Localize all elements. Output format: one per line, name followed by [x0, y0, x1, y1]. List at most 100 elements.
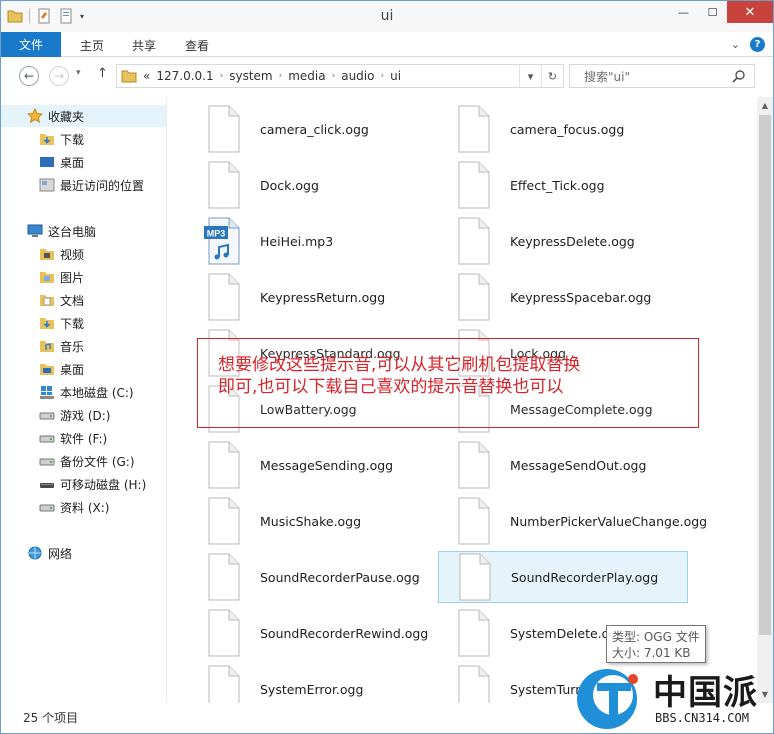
tab-share[interactable]: 共享	[132, 37, 156, 54]
sidebar-item-downloads[interactable]: 下载	[1, 128, 84, 150]
file-item[interactable]: KeypressReturn.ogg	[188, 271, 438, 323]
file-name: SoundRecorderPlay.ogg	[511, 569, 659, 585]
file-name: camera_focus.ogg	[510, 121, 625, 137]
sidebar-item-favorites[interactable]: 收藏夹	[1, 105, 166, 127]
sidebar-item-videos[interactable]: 视频	[1, 243, 84, 265]
document-icon	[208, 161, 240, 209]
chevron-right-icon[interactable]: ›	[220, 71, 224, 81]
chevron-right-icon[interactable]: ›	[279, 71, 283, 81]
sidebar-item-drive-d[interactable]: 游戏 (D:)	[1, 404, 110, 426]
ribbon-right-controls: ⌄ ?	[731, 37, 765, 52]
tab-home[interactable]: 主页	[80, 37, 104, 54]
sidebar-item-desktop[interactable]: 桌面	[1, 151, 84, 173]
file-item[interactable]: Dock.ogg	[188, 159, 438, 211]
sidebar-item-recent[interactable]: 最近访问的位置	[1, 174, 144, 196]
document-icon	[458, 161, 490, 209]
sidebar-item-this-pc[interactable]: 这台电脑	[1, 220, 96, 242]
file-item[interactable]: SoundRecorderPause.ogg	[188, 551, 438, 603]
sidebar-item-drive-c[interactable]: 本地磁盘 (C:)	[1, 381, 134, 403]
up-arrow-icon[interactable]: ↑	[97, 66, 108, 81]
vertical-scrollbar[interactable]: ▲ ▼	[757, 97, 773, 703]
file-item[interactable]: KeypressDelete.ogg	[438, 215, 688, 267]
expand-ribbon-icon[interactable]: ⌄	[731, 38, 740, 51]
tab-file[interactable]: 文件	[1, 32, 61, 57]
minimize-button[interactable]: —	[669, 1, 698, 23]
breadcrumb-item[interactable]: ui	[390, 69, 401, 83]
document-icon	[458, 665, 490, 703]
sidebar-item-label: 游戏 (D:)	[60, 408, 111, 423]
chevron-right-icon[interactable]: ›	[380, 71, 384, 81]
maximize-button[interactable]: ☐	[698, 1, 727, 23]
tooltip-type: 类型: OGG 文件	[612, 630, 700, 644]
forward-button[interactable]: →	[49, 66, 69, 86]
file-item[interactable]: MP3 HeiHei.mp3	[188, 215, 438, 267]
file-item[interactable]: MessageSendOut.ogg	[438, 439, 688, 491]
file-item[interactable]: MessageSending.ogg	[188, 439, 438, 491]
scroll-up-arrow-icon[interactable]: ▲	[757, 97, 773, 114]
help-icon[interactable]: ?	[750, 37, 765, 52]
music-folder-icon	[40, 341, 54, 352]
file-item[interactable]: KeypressSpacebar.ogg	[438, 271, 688, 323]
address-tools: ▾ ↻	[519, 65, 563, 87]
sidebar-item-drive-f[interactable]: 软件 (F:)	[1, 427, 107, 449]
download-folder-icon	[40, 134, 54, 145]
sidebar-item-drive-g[interactable]: 备份文件 (G:)	[1, 450, 135, 472]
breadcrumb-item[interactable]: system	[229, 69, 272, 83]
network-icon	[28, 546, 42, 560]
forward-arrow-icon: →	[53, 69, 65, 83]
breadcrumb-item[interactable]: audio	[341, 69, 374, 83]
tab-view[interactable]: 查看	[185, 37, 209, 54]
sidebar-item-drive-h[interactable]: 可移动磁盘 (H:)	[1, 473, 146, 495]
file-item[interactable]: SystemError.ogg	[188, 663, 438, 703]
hard-drive-icon	[39, 412, 55, 420]
breadcrumb-overflow[interactable]: «	[143, 69, 150, 83]
document-icon	[208, 553, 240, 601]
sidebar-item-pictures[interactable]: 图片	[1, 266, 84, 288]
sidebar-item-desktop-pc[interactable]: 桌面	[1, 358, 84, 380]
chevron-right-icon[interactable]: ›	[332, 71, 336, 81]
file-name: HeiHei.mp3	[260, 233, 334, 249]
back-button[interactable]: ←	[19, 66, 39, 86]
search-placeholder: 搜索"ui"	[584, 69, 630, 84]
breadcrumb-item[interactable]: 127.0.0.1	[156, 69, 213, 83]
windows-drive-icon	[40, 386, 54, 399]
file-item[interactable]: Effect_Tick.ogg	[438, 159, 688, 211]
removable-drive-icon	[40, 483, 54, 488]
close-button[interactable]: ✕	[727, 1, 773, 23]
search-input[interactable]: 搜索"ui"	[569, 64, 755, 88]
sidebar-item-label: 备份文件 (G:)	[60, 454, 135, 469]
sidebar-item-drive-x[interactable]: 资料 (X:)	[1, 496, 109, 518]
sidebar-item-downloads-pc[interactable]: 下载	[1, 312, 84, 334]
title-bar: ▾ ui — ☐ ✕	[1, 1, 773, 32]
sidebar-item-network[interactable]: 网络	[1, 542, 72, 564]
search-icon[interactable]	[732, 69, 746, 83]
explorer-window: ▾ ui — ☐ ✕ 文件 主页 共享 查看 ⌄ ? ← → ▾ ↑ « 127…	[0, 0, 774, 734]
pictures-folder-icon	[40, 272, 54, 283]
file-name: KeypressReturn.ogg	[260, 289, 386, 305]
file-item[interactable]: SoundRecorderPlay.ogg	[438, 551, 688, 603]
file-name: MusicShake.ogg	[260, 513, 362, 529]
document-icon	[458, 441, 490, 489]
computer-icon	[27, 224, 43, 237]
file-item[interactable]: SoundRecorderRewind.ogg	[188, 607, 438, 659]
document-icon	[208, 441, 240, 489]
document-icon	[208, 497, 240, 545]
address-history-dropdown[interactable]: ▾	[519, 65, 541, 87]
hard-drive-icon	[39, 504, 55, 512]
hard-drive-icon	[39, 458, 55, 466]
sidebar-item-music[interactable]: 音乐	[1, 335, 84, 357]
file-item[interactable]: MusicShake.ogg	[188, 495, 438, 547]
window-title: ui	[380, 8, 394, 24]
sidebar-item-documents[interactable]: 文档	[1, 289, 84, 311]
refresh-icon[interactable]: ↻	[541, 65, 563, 87]
sidebar-item-label: 收藏夹	[48, 109, 85, 124]
scrollbar-thumb[interactable]	[759, 115, 771, 635]
address-bar[interactable]: « 127.0.0.1 › system › media › audio › u…	[116, 64, 564, 88]
star-icon	[27, 108, 43, 124]
breadcrumb-item[interactable]: media	[288, 69, 325, 83]
file-item[interactable]: camera_click.ogg	[188, 103, 438, 155]
site-watermark: 中国派 BBS.CN314.COM	[573, 663, 773, 733]
file-item[interactable]: camera_focus.ogg	[438, 103, 688, 155]
recent-locations-icon[interactable]: ▾	[76, 68, 81, 78]
file-item[interactable]: NumberPickerValueChange.ogg	[438, 495, 707, 547]
